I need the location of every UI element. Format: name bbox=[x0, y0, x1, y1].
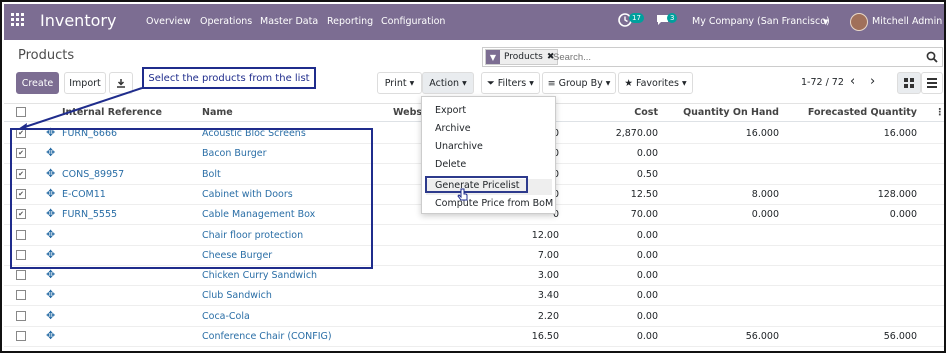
screenshot-frame: Inventory Overview Operations Master Dat… bbox=[0, 0, 946, 353]
callout-arrow-icon bbox=[18, 87, 143, 130]
mouse-pointer-icon bbox=[457, 188, 469, 205]
